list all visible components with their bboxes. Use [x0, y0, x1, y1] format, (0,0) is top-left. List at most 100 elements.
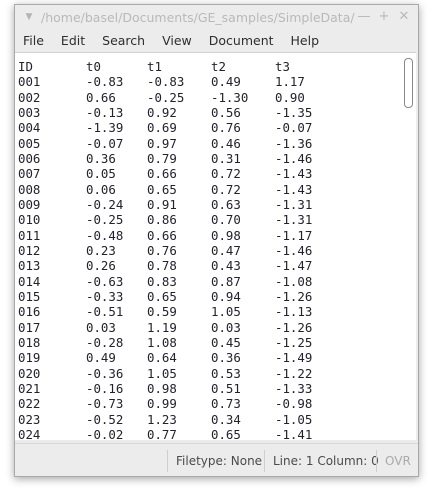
text-cell: 0.05	[86, 166, 116, 182]
text-cell: 0.90	[275, 89, 305, 105]
overwrite-mode-status: OVR	[376, 450, 411, 472]
text-cell: -0.24	[86, 196, 124, 212]
text-cell: 016	[18, 304, 41, 320]
text-cell: 0.92	[147, 104, 177, 120]
text-cell: 017	[18, 319, 41, 335]
text-cell: -1.13	[275, 304, 313, 320]
text-cell: 1.05	[147, 365, 177, 381]
vertical-scrollbar[interactable]	[404, 56, 413, 436]
text-cell: -1.46	[275, 242, 313, 258]
text-cell: 0.73	[211, 396, 241, 412]
title-bar[interactable]: ▼ /home/basel/Documents/GE_samples/Simpl…	[15, 5, 418, 29]
text-cell: 0.31	[211, 150, 241, 166]
text-cell: -1.30	[211, 89, 249, 105]
text-cell: -0.02	[86, 426, 124, 440]
text-cell: 0.03	[86, 319, 116, 335]
status-bar: Filetype: None Line: 1 Column: 0 OVR	[15, 443, 418, 476]
text-cell: -0.33	[86, 288, 124, 304]
text-cell: -1.39	[86, 120, 124, 136]
text-cell: -0.07	[86, 135, 124, 151]
triangle-down-icon[interactable]: ▼	[23, 11, 35, 23]
text-cell: -0.25	[147, 89, 185, 105]
text-cell: -0.48	[86, 227, 124, 243]
text-cell: 0.66	[147, 166, 177, 182]
text-cell: -1.31	[275, 196, 313, 212]
text-cell: 004	[18, 120, 41, 136]
text-cell: 001	[18, 74, 41, 90]
text-cell: 0.83	[147, 273, 177, 289]
text-cell: -1.35	[275, 104, 313, 120]
text-cell: 021	[18, 380, 41, 396]
text-cell: 0.65	[211, 426, 241, 440]
text-cell: 020	[18, 365, 41, 381]
text-cell: 018	[18, 334, 41, 350]
text-cell: -1.43	[275, 166, 313, 182]
text-cell: 0.47	[211, 242, 241, 258]
text-cell: -0.98	[275, 396, 313, 412]
text-cell: -1.43	[275, 181, 313, 197]
text-cell: 0.91	[147, 196, 177, 212]
text-cell: -1.05	[275, 411, 313, 427]
text-cell: 0.46	[211, 135, 241, 151]
text-cell: -0.52	[86, 411, 124, 427]
text-cell: 0.65	[147, 181, 177, 197]
text-cell: -1.17	[275, 227, 313, 243]
text-cell: 010	[18, 212, 41, 228]
text-cell: 0.43	[211, 258, 241, 274]
text-cell: 1.05	[211, 304, 241, 320]
text-cell: -1.33	[275, 380, 313, 396]
text-cell: 007	[18, 166, 41, 182]
text-cell: -1.26	[275, 319, 313, 335]
text-cell: 022	[18, 396, 41, 412]
text-cell: -1.25	[275, 334, 313, 350]
text-cell: -1.49	[275, 350, 313, 366]
text-cell: 011	[18, 227, 41, 243]
text-cell: -0.25	[86, 212, 124, 228]
text-cell: 0.98	[211, 227, 241, 243]
menu-document[interactable]: Document	[201, 33, 283, 48]
text-cell: 0.59	[147, 304, 177, 320]
text-cell: -0.07	[275, 120, 313, 136]
text-cell: 002	[18, 89, 41, 105]
text-cell: 0.72	[211, 166, 241, 182]
text-cell: -0.36	[86, 365, 124, 381]
text-cell: 0.99	[147, 396, 177, 412]
text-cell: -0.63	[86, 273, 124, 289]
text-area[interactable]: ID t0 t1 t2 t3 001 -0.83 -0.83 0.49 1.17 002 0.66 -0…	[15, 52, 416, 440]
close-icon[interactable]: ✕	[394, 8, 414, 26]
text-cell: 1.19	[147, 319, 177, 335]
maximize-icon[interactable]: +	[374, 8, 394, 26]
text-cell: 0.03	[211, 319, 241, 335]
menu-edit[interactable]: Edit	[53, 33, 94, 48]
text-cell: 019	[18, 350, 41, 366]
text-cell: 0.53	[211, 365, 241, 381]
text-cell: 023	[18, 411, 41, 427]
text-cell: 0.98	[147, 380, 177, 396]
text-cell: 0.23	[86, 242, 116, 258]
text-cell: 0.36	[211, 350, 241, 366]
text-cell: 0.70	[211, 212, 241, 228]
scrollbar-thumb[interactable]	[404, 58, 413, 108]
text-cell: t2	[211, 59, 226, 74]
menu-help[interactable]: Help	[283, 33, 329, 48]
text-cell: 012	[18, 242, 41, 258]
text-cell: -1.46	[275, 150, 313, 166]
text-cell: -1.26	[275, 288, 313, 304]
text-cell: -0.83	[147, 74, 185, 90]
menu-view[interactable]: View	[154, 33, 201, 48]
text-cell: 024	[18, 426, 41, 440]
minimize-icon[interactable]: —	[354, 8, 374, 26]
text-cell: 0.36	[86, 150, 116, 166]
text-cell: 0.49	[211, 74, 241, 90]
text-cell: 0.66	[147, 227, 177, 243]
text-cell: 009	[18, 196, 41, 212]
text-cell: 0.66	[86, 89, 116, 105]
text-cell: t3	[275, 59, 290, 74]
menu-search[interactable]: Search	[94, 33, 154, 48]
text-cell: -0.16	[86, 380, 124, 396]
text-cell: 015	[18, 288, 41, 304]
text-cell: -1.47	[275, 258, 313, 274]
text-cell: 0.94	[211, 288, 241, 304]
menu-file[interactable]: File	[15, 33, 53, 48]
text-cell: 0.34	[211, 411, 241, 427]
